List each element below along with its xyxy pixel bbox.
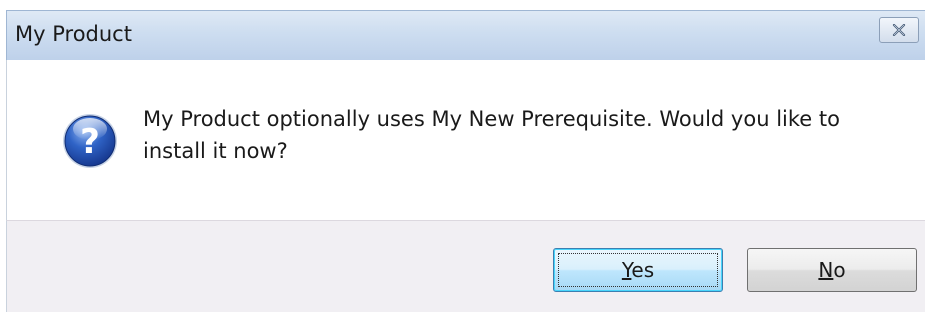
svg-text:?: ? [80, 122, 100, 162]
window-title: My Product [15, 22, 132, 46]
dialog-bottom-edge [6, 312, 925, 320]
button-bar: Yes No [6, 220, 925, 312]
no-button-label: No [818, 258, 846, 282]
yes-button[interactable]: Yes [553, 248, 723, 292]
no-button[interactable]: No [747, 248, 917, 292]
close-icon [892, 24, 906, 36]
message-text: My Product optionally uses My New Prereq… [143, 107, 840, 163]
question-icon: ? [61, 112, 119, 170]
yes-button-label: Yes [621, 258, 655, 282]
title-bar[interactable]: My Product [6, 10, 925, 60]
message-area: ? My Product optionally uses My New Prer… [6, 60, 925, 220]
close-button[interactable] [879, 17, 919, 43]
message-dialog: My Product ? My Product optionally uses … [0, 0, 925, 320]
